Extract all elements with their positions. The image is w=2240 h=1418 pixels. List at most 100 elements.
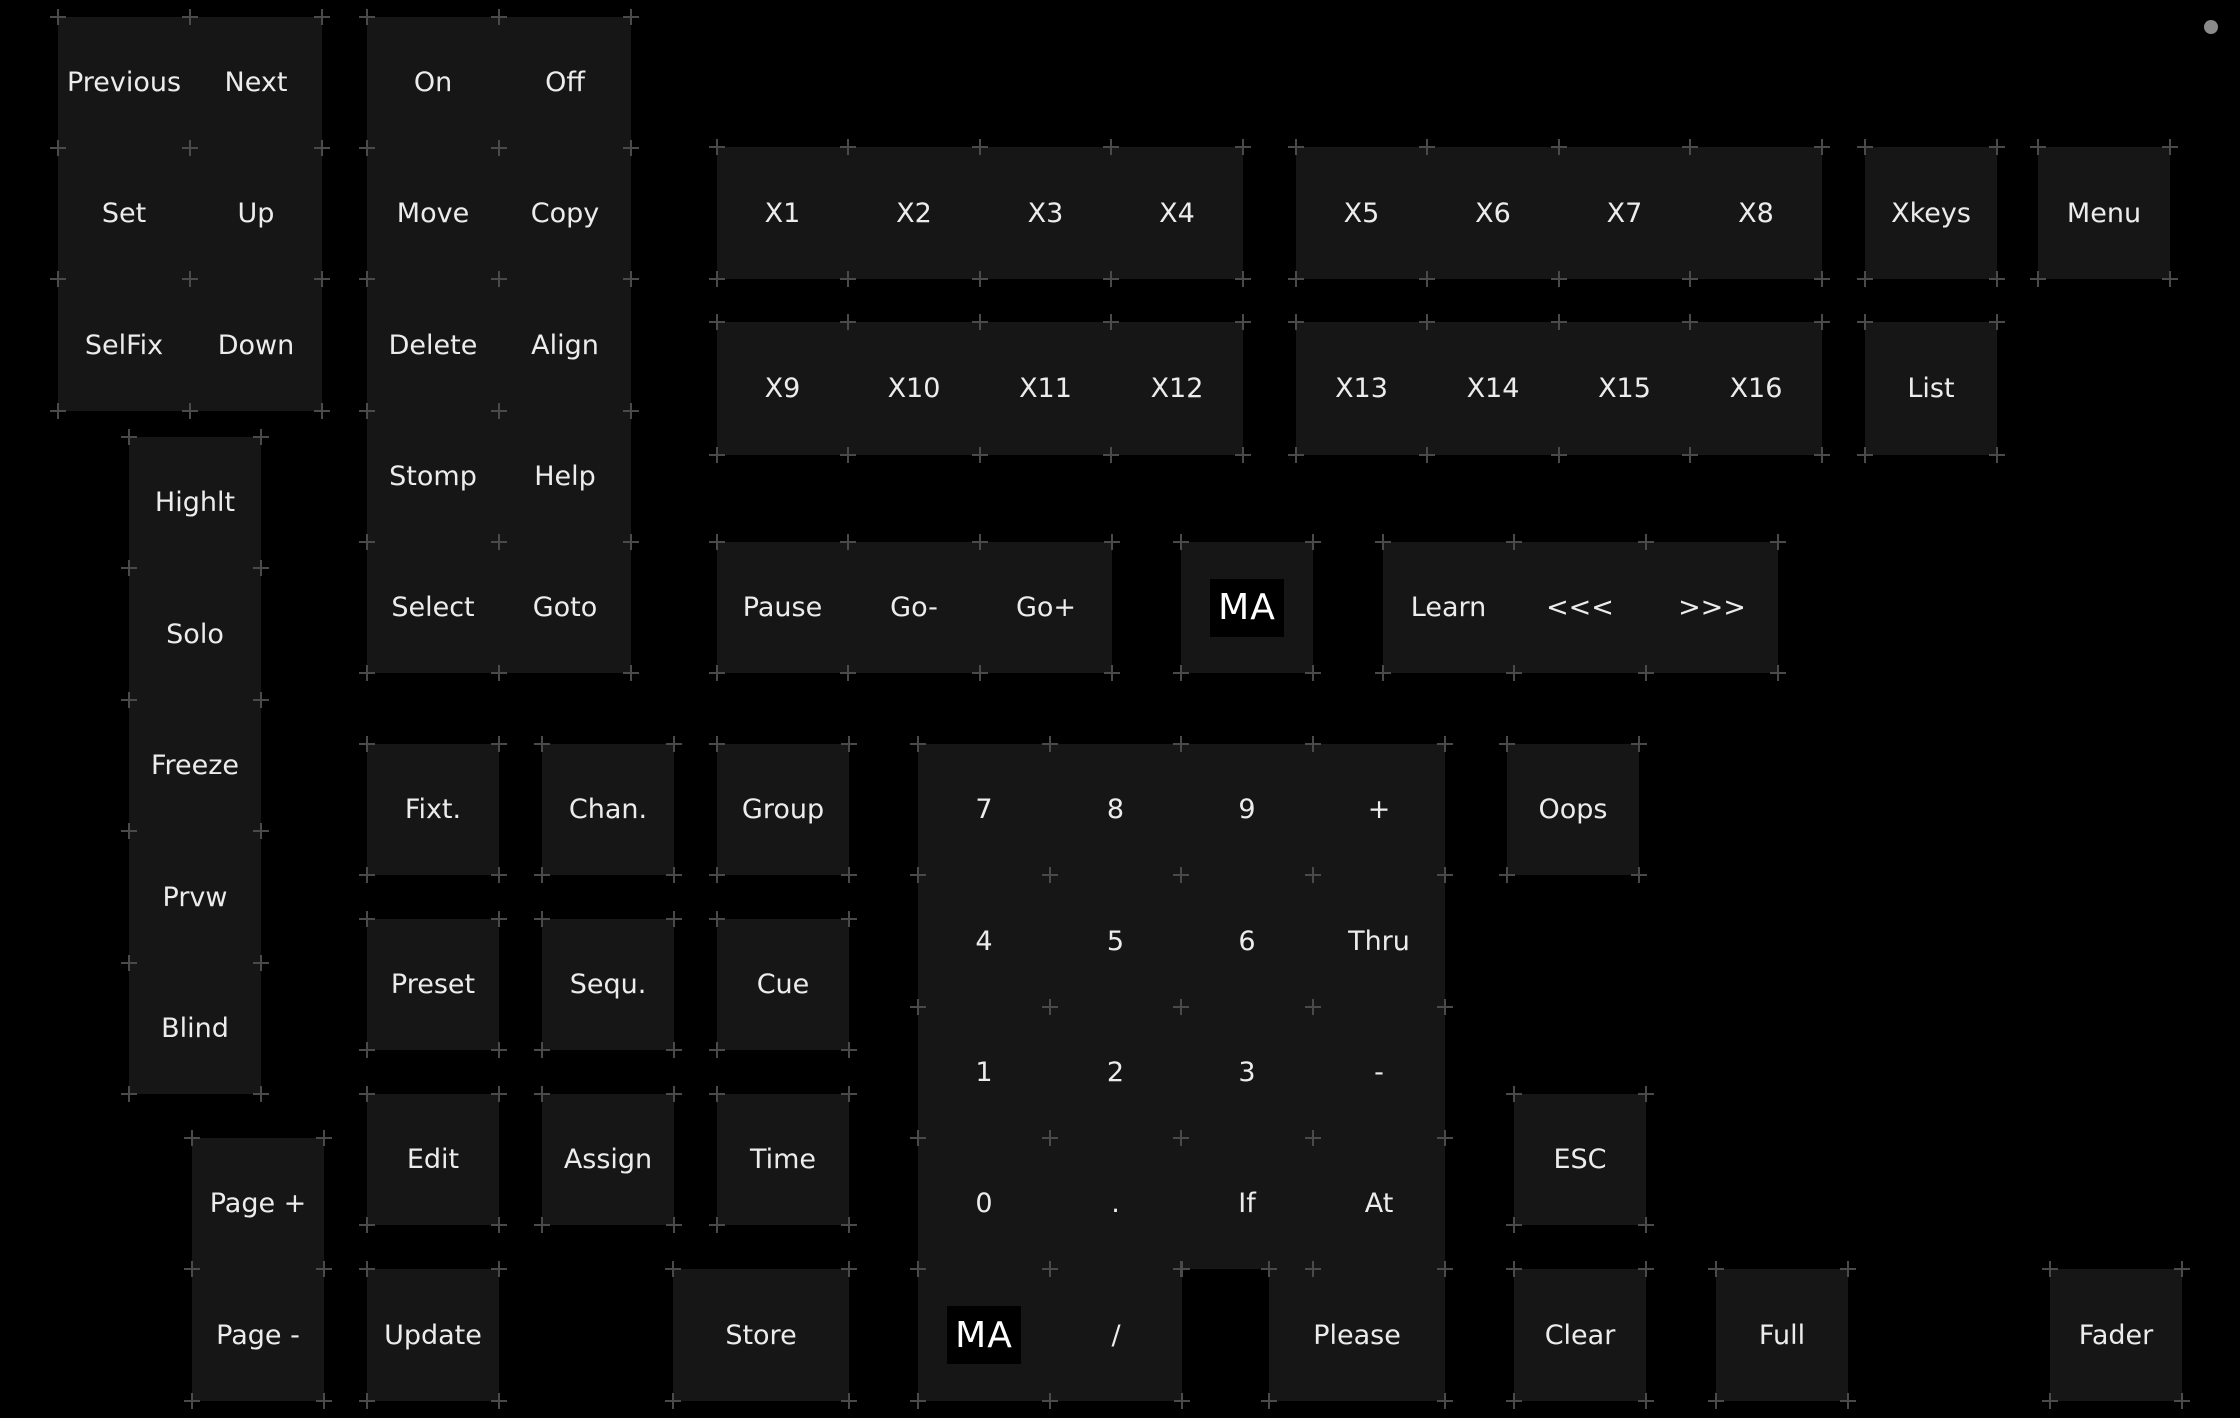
key-slash[interactable]: /: [1050, 1269, 1182, 1401]
x9-button[interactable]: X9: [717, 322, 848, 455]
key-at[interactable]: At: [1313, 1138, 1445, 1269]
x16-button[interactable]: X16: [1690, 322, 1822, 455]
update-button[interactable]: Update: [367, 1269, 499, 1401]
solo-button[interactable]: Solo: [129, 568, 261, 700]
store-button[interactable]: Store: [673, 1269, 849, 1401]
align-button[interactable]: Align: [499, 279, 631, 411]
grid-tick: [672, 1261, 674, 1277]
grid-tick: [498, 403, 500, 419]
full-button[interactable]: Full: [1716, 1269, 1848, 1401]
time-button[interactable]: Time: [717, 1094, 849, 1225]
page-plus-button[interactable]: Page +: [192, 1138, 324, 1269]
x2-button[interactable]: X2: [848, 147, 980, 279]
copy-button[interactable]: Copy: [499, 148, 631, 279]
group-button[interactable]: Group: [717, 744, 849, 875]
x11-button[interactable]: X11: [980, 322, 1111, 455]
grid-tick: [1444, 999, 1446, 1015]
grid-tick: [498, 736, 500, 752]
key-plus[interactable]: +: [1313, 744, 1445, 875]
set-button[interactable]: Set: [58, 148, 190, 279]
key-if[interactable]: If: [1181, 1138, 1313, 1269]
go-minus-button[interactable]: Go-: [848, 542, 980, 673]
stomp-button[interactable]: Stomp: [367, 411, 499, 542]
menu-button[interactable]: Menu: [2038, 147, 2170, 279]
ma-button-bottom[interactable]: MA: [918, 1269, 1050, 1401]
pause-button[interactable]: Pause: [717, 542, 848, 673]
key-9[interactable]: 9: [1181, 744, 1313, 875]
next-button[interactable]: Next: [190, 17, 322, 148]
x1-button[interactable]: X1: [717, 147, 848, 279]
grid-tick: [1181, 1393, 1183, 1409]
learn-button[interactable]: Learn: [1383, 542, 1514, 673]
go-plus-button[interactable]: Go+: [980, 542, 1112, 673]
edit-button[interactable]: Edit: [367, 1094, 499, 1225]
down-button[interactable]: Down: [190, 279, 322, 411]
grid-tick: [1821, 314, 1823, 330]
x14-button[interactable]: X14: [1427, 322, 1559, 455]
ma-button-top[interactable]: MA: [1181, 542, 1313, 673]
please-button[interactable]: Please: [1269, 1269, 1445, 1401]
key-7[interactable]: 7: [918, 744, 1050, 875]
highlt-button[interactable]: Highlt: [129, 437, 261, 568]
grid-tick: [191, 1130, 193, 1146]
chan-button[interactable]: Chan.: [542, 744, 674, 875]
key-4[interactable]: 4: [918, 875, 1050, 1007]
forward-button[interactable]: >>>: [1646, 542, 1778, 673]
grid-tick: [716, 314, 718, 330]
blind-button[interactable]: Blind: [129, 963, 261, 1094]
grid-tick: [57, 271, 59, 287]
goto-button[interactable]: Goto: [499, 542, 631, 673]
previous-button[interactable]: Previous: [58, 17, 190, 148]
preset-button[interactable]: Preset: [367, 919, 499, 1050]
cue-button[interactable]: Cue: [717, 919, 849, 1050]
x5-button[interactable]: X5: [1296, 147, 1427, 279]
xkeys-button[interactable]: Xkeys: [1865, 147, 1997, 279]
grid-tick: [1513, 1086, 1515, 1102]
grid-tick: [128, 692, 130, 708]
x6-button[interactable]: X6: [1427, 147, 1559, 279]
prvw-button[interactable]: Prvw: [129, 831, 261, 963]
selfix-button[interactable]: SelFix: [58, 279, 190, 411]
oops-button[interactable]: Oops: [1507, 744, 1639, 875]
clear-button[interactable]: Clear: [1514, 1269, 1646, 1401]
x10-button[interactable]: X10: [848, 322, 980, 455]
help-button[interactable]: Help: [499, 411, 631, 542]
x4-button[interactable]: X4: [1111, 147, 1243, 279]
grid-tick: [1821, 139, 1823, 155]
move-button[interactable]: Move: [367, 148, 499, 279]
key-6[interactable]: 6: [1181, 875, 1313, 1007]
grid-tick: [191, 1393, 193, 1409]
up-button[interactable]: Up: [190, 148, 322, 279]
grid-tick: [1180, 867, 1182, 883]
list-button[interactable]: List: [1865, 322, 1997, 455]
key-dot[interactable]: .: [1050, 1138, 1181, 1269]
key-minus[interactable]: -: [1313, 1007, 1445, 1138]
assign-button[interactable]: Assign: [542, 1094, 674, 1225]
grid-tick: [1864, 139, 1866, 155]
key-thru[interactable]: Thru: [1313, 875, 1445, 1007]
x13-button[interactable]: X13: [1296, 322, 1427, 455]
esc-button[interactable]: ESC: [1514, 1094, 1646, 1225]
off-button[interactable]: Off: [499, 17, 631, 148]
select-button[interactable]: Select: [367, 542, 499, 673]
on-button[interactable]: On: [367, 17, 499, 148]
fixt-button[interactable]: Fixt.: [367, 744, 499, 875]
x3-button[interactable]: X3: [980, 147, 1111, 279]
fader-button[interactable]: Fader: [2050, 1269, 2182, 1401]
freeze-button[interactable]: Freeze: [129, 700, 261, 831]
key-1[interactable]: 1: [918, 1007, 1050, 1138]
x7-button[interactable]: X7: [1559, 147, 1690, 279]
key-2[interactable]: 2: [1050, 1007, 1181, 1138]
x12-button[interactable]: X12: [1111, 322, 1243, 455]
grid-tick: [1996, 314, 1998, 330]
key-5[interactable]: 5: [1050, 875, 1181, 1007]
delete-button[interactable]: Delete: [367, 279, 499, 411]
rewind-button[interactable]: <<<: [1514, 542, 1646, 673]
key-0[interactable]: 0: [918, 1138, 1050, 1269]
sequ-button[interactable]: Sequ.: [542, 919, 674, 1050]
x8-button[interactable]: X8: [1690, 147, 1822, 279]
key-8[interactable]: 8: [1050, 744, 1181, 875]
x15-button[interactable]: X15: [1559, 322, 1690, 455]
key-3[interactable]: 3: [1181, 1007, 1313, 1138]
page-minus-button[interactable]: Page -: [192, 1269, 324, 1401]
